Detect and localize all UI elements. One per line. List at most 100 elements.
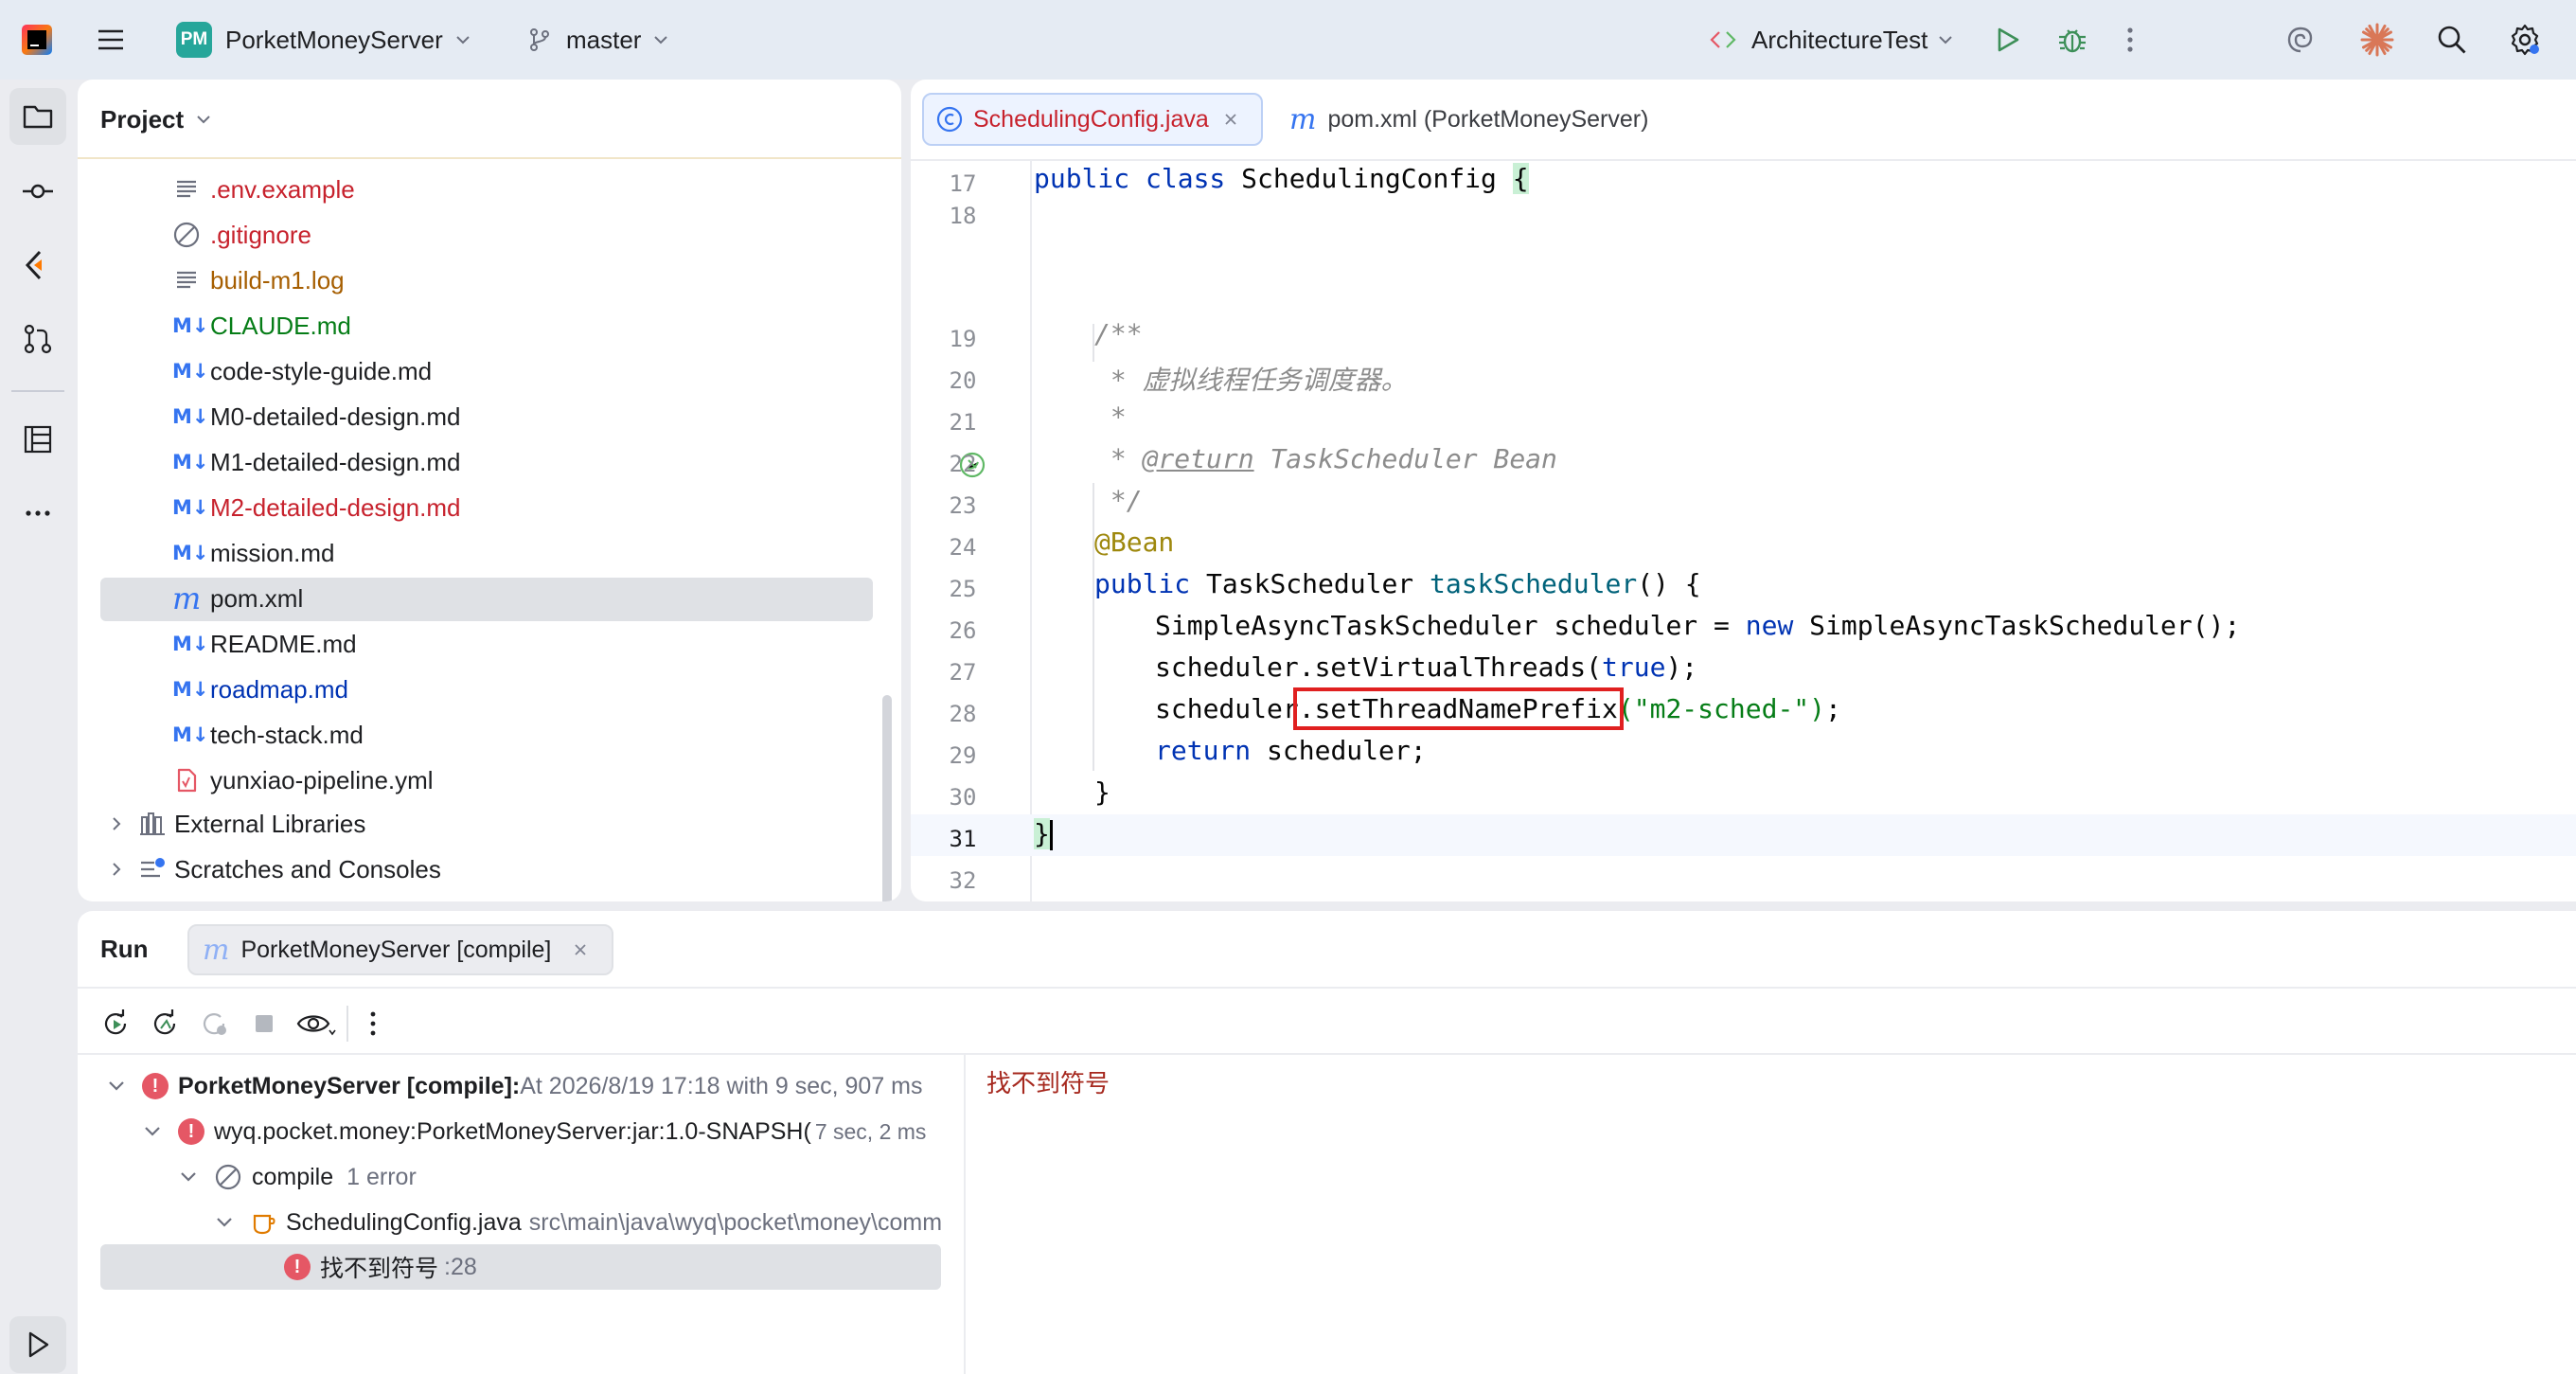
tree-item-file[interactable]: .env.example [78,167,901,212]
tree-item-file[interactable]: m pom.xml [78,576,901,621]
run-panel-title: Run [100,934,149,963]
code-token: ); [1665,651,1698,683]
code-line-25[interactable]: public TaskScheduler taskScheduler() { [1094,568,1701,599]
line-number: 26 [949,617,977,644]
ai-assistant-button[interactable] [2283,0,2318,80]
tree-item-file[interactable]: M↓ M0-detailed-design.md [78,394,901,439]
code-token: taskScheduler [1430,568,1638,599]
split-divider[interactable] [964,1055,966,1374]
run-tool-button[interactable] [9,1316,66,1373]
commit-tool-button[interactable] [9,163,66,220]
settings-button[interactable] [2507,0,2543,80]
code-line-26[interactable]: SimpleAsyncTaskScheduler scheduler = new… [1155,610,2240,641]
markdown-icon: M↓ [172,496,209,519]
text-file-icon [172,175,210,204]
code-line-23[interactable]: */ [1094,485,1143,516]
text-cursor [1049,820,1053,850]
code-line-28[interactable]: scheduler.setThreadNamePrefix("m2-sched-… [1155,687,1841,730]
run-tab-compile[interactable]: m PorketMoneyServer [compile] [187,924,613,975]
eye-icon[interactable] [295,1008,337,1040]
run-config-selector[interactable]: ArchitectureTest [1708,0,1956,80]
rerun-icon[interactable] [100,1008,133,1040]
pull-requests-tool-button[interactable] [9,311,66,367]
build-tree-error[interactable]: ! 找不到符号 :28 [284,1245,477,1289]
main-menu-button[interactable] [95,0,127,80]
search-icon [2438,26,2466,54]
line-number: 19 [949,326,977,352]
tree-item-file[interactable]: yunxiao-pipeline.yml [78,758,901,803]
chevron-down-icon [456,36,470,45]
tree-item-file[interactable]: M↓ CLAUDE.md [78,303,901,348]
chevron-down-icon [181,1172,196,1182]
structure-tool-button[interactable] [9,411,66,468]
code-line-31[interactable]: } [1034,818,1053,850]
code-line-29[interactable]: return scheduler; [1155,735,1427,766]
close-icon[interactable] [572,941,589,958]
tree-item-file[interactable]: M↓ code-style-guide.md [78,348,901,394]
tab-scheduling-config[interactable]: SchedulingConfig.java [922,93,1263,146]
code-line-17[interactable]: public class SchedulingConfig { [1034,163,1529,194]
more-actions-button[interactable] [2123,0,2138,80]
stop-icon[interactable] [248,1008,280,1040]
project-scrollbar[interactable] [882,695,892,901]
tree-item-file[interactable]: M↓ M2-detailed-design.md [78,485,901,530]
code-token: scheduler [1155,693,1299,724]
build-tree-goal[interactable]: compile 1 error [176,1155,417,1199]
markdown-icon: M↓ [172,360,209,383]
lingma-tool-button[interactable] [9,237,66,294]
code-line-22[interactable]: * @return TaskScheduler Bean [1094,443,1557,474]
code-line-24[interactable]: @Bean [1094,526,1174,558]
maven-icon: m [172,580,202,616]
project-tool-button[interactable] [9,88,66,145]
code-line-19[interactable]: /** [1094,318,1143,349]
code-line-21[interactable]: * [1094,401,1127,433]
tree-item-file[interactable]: M↓ README.md [78,621,901,667]
tab-pom-xml[interactable]: m pom.xml (PorketMoneyServer) [1289,93,1648,146]
ide-logo-icon[interactable] [21,0,53,80]
rerun-disabled-icon[interactable] [199,1008,231,1040]
build-root-label: PorketMoneyServer [compile]: [178,1072,521,1099]
more-vertical-icon[interactable] [365,1008,381,1040]
project-panel-header[interactable]: Project [100,80,214,159]
project-name: PorketMoneyServer [225,25,443,54]
build-tree-module[interactable]: ! wyq.pocket.money:PorketMoneyServer:jar… [140,1110,960,1153]
rerun-failed-icon[interactable] [150,1008,182,1040]
build-tree-file[interactable]: SchedulingConfig.java src\main\java\wyq\… [212,1201,960,1244]
line-number: 21 [949,409,977,436]
chevron-right-icon [113,863,121,876]
code-line-27[interactable]: scheduler.setVirtualThreads(true); [1155,651,1697,683]
branch-name: master [566,25,642,54]
tree-item-external-libraries[interactable]: External Libraries [78,801,901,847]
line-number: 29 [949,742,977,769]
branch-switcher[interactable]: master [526,0,671,80]
debug-button[interactable] [2056,0,2088,80]
more-tools-button[interactable] [9,485,66,542]
tree-item-file[interactable]: M↓ roadmap.md [78,667,901,712]
close-icon[interactable] [1222,111,1239,128]
tree-item-file[interactable]: M↓ tech-stack.md [78,712,901,758]
tree-item-scratches[interactable]: Scratches and Consoles [78,847,901,892]
code-line-30[interactable]: } [1094,776,1110,808]
line-number: 24 [949,534,977,561]
run-button[interactable] [1992,0,2022,80]
code-line-20[interactable]: * 虚拟线程任务调度器。 [1094,360,1408,398]
search-button[interactable] [2435,0,2469,80]
tab-label: pom.xml (PorketMoneyServer) [1327,105,1649,133]
build-tree-root[interactable]: ! PorketMoneyServer [compile]: At 2026/8… [104,1064,923,1108]
claude-button[interactable] [2359,0,2395,80]
tree-item-file[interactable]: build-m1.log [78,258,901,303]
project-switcher[interactable]: PM PorketMoneyServer [176,0,473,80]
bug-icon [2059,29,2086,53]
tree-item-file[interactable]: M↓ M1-detailed-design.md [78,439,901,485]
tree-item-file[interactable]: M↓ mission.md [78,530,901,576]
code-token: SchedulingConfig [1225,163,1513,194]
editor-panel: SchedulingConfig.java m pom.xml (PorketM… [911,80,2576,901]
pull-request-icon [24,324,52,354]
hamburger-icon [98,29,123,50]
line-number: 31 [949,826,977,852]
tree-item-label: M2-detailed-design.md [210,492,461,522]
selected-row-highlight [100,1244,941,1290]
tree-item-file[interactable]: .gitignore [78,212,901,258]
tree-item-label: pom.xml [210,583,304,613]
markdown-icon: M↓ [172,405,209,428]
